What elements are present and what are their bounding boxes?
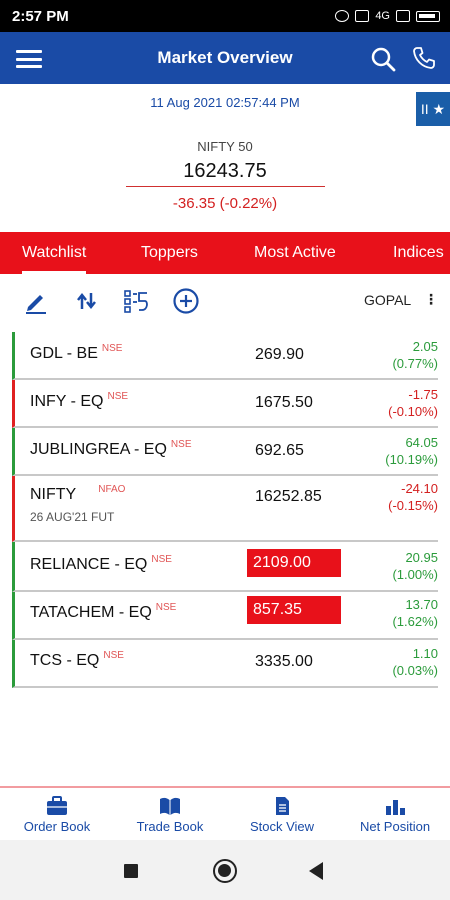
last-price: 269.90	[255, 346, 304, 363]
watchlist-row[interactable]: INFY - EQ NSE 1675.50 -1.75 (-0.10%)	[12, 380, 438, 428]
price-change: 2.05 (0.77%)	[392, 339, 438, 371]
status-time: 2:57 PM	[12, 7, 69, 25]
market-tabs: Watchlist Toppers Most Active Indices	[0, 232, 450, 274]
sim-icon	[355, 10, 370, 22]
price-change: -24.10 (-0.15%)	[388, 481, 438, 513]
watchlist-row[interactable]: NIFTY NFAO 26 AUG'21 FUT 16252.85 -24.10(…	[12, 476, 438, 542]
system-navigation-bar	[0, 840, 450, 900]
symbol-label: RELIANCE - EQ NSE	[30, 554, 172, 573]
tab-indices[interactable]: Indices	[393, 244, 444, 262]
document-icon	[276, 797, 289, 815]
hamburger-menu-icon[interactable]	[16, 50, 42, 68]
contract-expiry: 26 AUG'21 FUT	[30, 510, 115, 524]
symbol-label: TATACHEM - EQ NSE	[30, 602, 177, 621]
last-price: 692.65	[255, 442, 304, 459]
exchange-tag: NSE	[155, 602, 177, 613]
watchlist-row[interactable]: TCS - EQ NSE 3335.00 1.10 (0.03%)	[12, 640, 438, 688]
open-book-icon	[160, 797, 180, 815]
last-price-highlighted: 857.35	[247, 596, 341, 624]
price-change: -1.75 (-0.10%)	[388, 387, 438, 419]
sort-arrows-icon[interactable]	[73, 287, 101, 315]
market-datetime: 11 Aug 2021 02:57:44 PM	[150, 95, 300, 110]
nav-net-position[interactable]: Net Position	[354, 796, 436, 834]
index-divider	[126, 186, 325, 187]
last-price: 1675.50	[255, 394, 313, 411]
index-name: NIFTY 50	[197, 139, 253, 154]
index-value: 16243.75	[183, 160, 267, 182]
exchange-tag: NSE	[103, 650, 124, 661]
search-icon[interactable]	[370, 46, 396, 72]
home-icon[interactable]	[213, 859, 237, 883]
edit-icon[interactable]	[22, 287, 50, 315]
watchlist-toolbar: GOPAL ⋮	[0, 285, 450, 317]
signal-icon	[396, 10, 410, 22]
symbol-label: NIFTY NFAO	[30, 484, 126, 503]
back-icon[interactable]	[309, 862, 323, 880]
phone-icon[interactable]	[412, 46, 436, 70]
nav-order-book[interactable]: Order Book	[20, 796, 94, 834]
exchange-tag: NSE	[107, 391, 129, 402]
price-change: 13.70 (1.62%)	[392, 597, 438, 629]
status-bar: 2:57 PM 4G	[0, 0, 450, 32]
list-reorder-icon[interactable]	[122, 287, 150, 315]
last-price: 3335.00	[255, 653, 313, 670]
exchange-tag: NFAO	[98, 484, 126, 495]
more-options-icon[interactable]: ⋮	[424, 291, 438, 308]
tab-most-active[interactable]: Most Active	[254, 244, 336, 262]
add-circle-icon[interactable]	[172, 287, 200, 315]
exchange-tag: NSE	[151, 554, 172, 565]
alarm-icon	[335, 10, 350, 22]
watchlist-row[interactable]: GDL - BE NSE 269.90 2.05 (0.77%)	[12, 332, 438, 380]
nav-trade-book[interactable]: Trade Book	[132, 796, 208, 834]
index-change: -36.35 (-0.22%)	[172, 195, 278, 212]
last-price: 16252.85	[255, 488, 322, 505]
app-bar: Market Overview	[0, 32, 450, 84]
watchlist-list: GDL - BE NSE 269.90 2.05 (0.77%) INFY - EQ…	[12, 332, 438, 688]
price-change: 20.95 (1.00%)	[392, 550, 438, 582]
watchlist-row[interactable]: RELIANCE - EQ NSE 2109.00 20.95 (1.00%)	[12, 542, 438, 592]
status-icons: 4G	[335, 10, 440, 22]
price-change: 64.05 (10.19%)	[385, 435, 438, 467]
watchlist-row[interactable]: TATACHEM - EQ NSE 857.35 13.70 (1.62%)	[12, 592, 438, 640]
nav-stock-view[interactable]: Stock View	[246, 796, 318, 834]
symbol-label: GDL - BE NSE	[30, 343, 123, 362]
bottom-navigation: Order Book Trade Book Stock View Net Pos…	[0, 786, 450, 840]
tab-watchlist[interactable]: Watchlist	[22, 244, 87, 274]
symbol-label: JUBLINGREA - EQ NSE	[30, 439, 192, 458]
exchange-tag: NSE	[170, 439, 192, 450]
last-price-highlighted: 2109.00	[247, 549, 341, 577]
network-type-label: 4G	[375, 10, 390, 22]
battery-icon	[416, 10, 440, 22]
symbol-label: TCS - EQ NSE	[30, 650, 124, 669]
briefcase-icon	[47, 796, 67, 815]
price-change: 1.10 (0.03%)	[392, 646, 438, 678]
tab-toppers[interactable]: Toppers	[141, 244, 198, 262]
watchlist-name-selector[interactable]: GOPAL	[364, 292, 411, 308]
recent-apps-icon[interactable]	[124, 864, 138, 878]
bar-chart-icon	[386, 800, 405, 815]
watchlist-row[interactable]: JUBLINGREA - EQ NSE 692.65 64.05 (10.19%)	[12, 428, 438, 476]
exchange-tag: NSE	[101, 343, 123, 354]
symbol-label: INFY - EQ NSE	[30, 391, 129, 410]
